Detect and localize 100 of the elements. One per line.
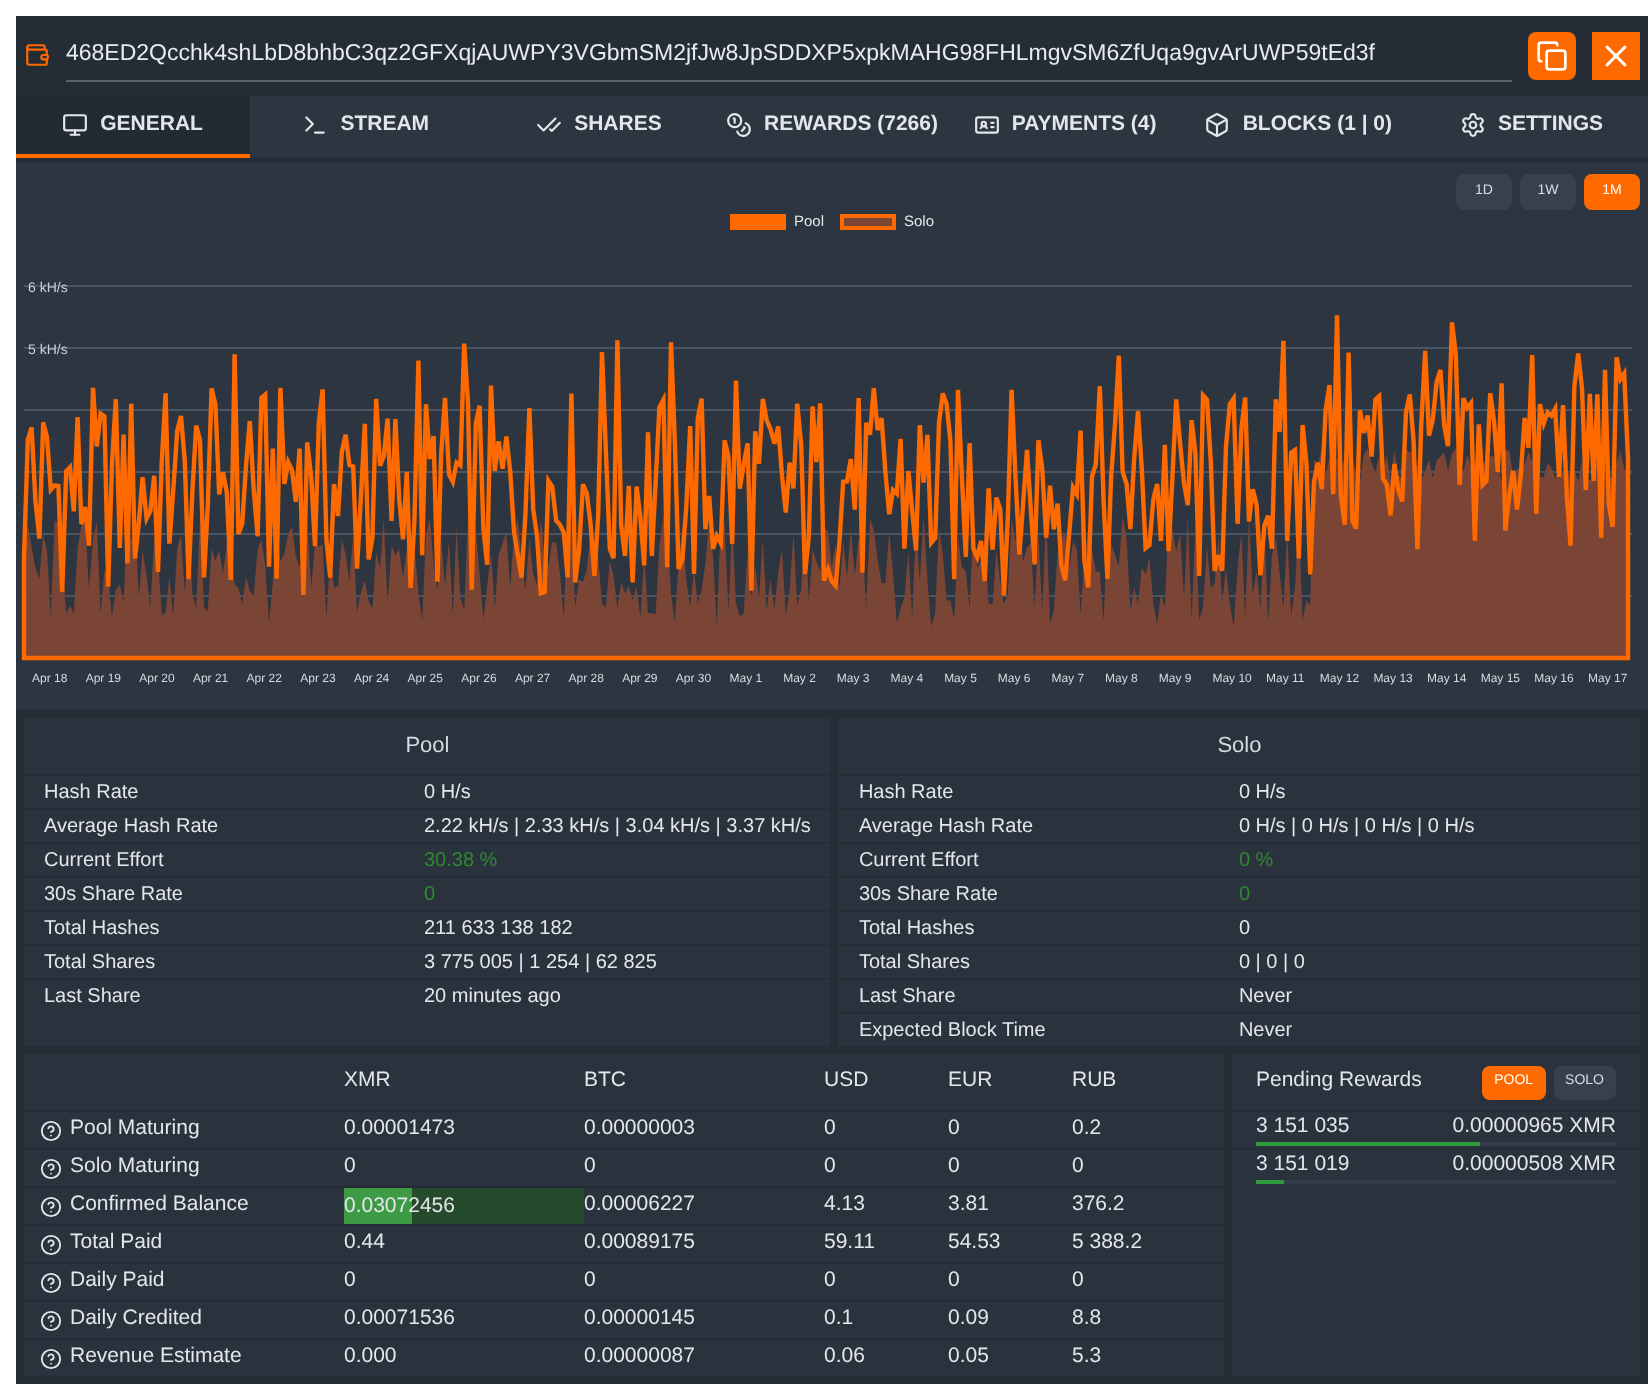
panel-title: Pool <box>405 731 450 762</box>
table-cell-text: 0.44 <box>344 1228 387 1259</box>
block-height: 3 151 035 <box>1256 1112 1350 1142</box>
row-label: Solo Maturing <box>70 1152 200 1183</box>
stat-value: 0 H/s | 0 H/s | 0 H/s | 0 H/s <box>1238 813 1475 841</box>
help-icon[interactable] <box>40 1119 62 1141</box>
stat-value: 30.38 % <box>424 847 498 875</box>
stat-value: 0 H/s <box>424 779 471 807</box>
table-cell-text: 0.00001473 <box>344 1114 457 1145</box>
tab[interactable]: SHARES <box>482 95 716 159</box>
help-icon[interactable] <box>40 1271 62 1293</box>
stat-value: 3 775 005 | 1 254 | 62 825 <box>424 949 657 977</box>
tab[interactable]: REWARDS (7266) <box>715 95 949 159</box>
table-cell-text: 0.00071536 <box>344 1304 457 1335</box>
copy-button[interactable] <box>1528 31 1576 80</box>
coins-icon <box>726 112 753 139</box>
panel-title: Pending Rewards <box>1256 1066 1422 1097</box>
stat-label: Hash Rate <box>858 779 956 807</box>
column-header: EUR <box>948 1066 995 1097</box>
stat-value: 0 <box>1238 915 1250 943</box>
stat-value: 0 | 0 | 0 <box>1238 949 1305 977</box>
column-header: BTC <box>584 1066 628 1097</box>
table-cell-text: 0 <box>948 1266 962 1297</box>
table-cell-text: 8.8 <box>1072 1304 1104 1335</box>
table-cell-text: 0.00000003 <box>584 1114 697 1145</box>
row-label: Daily Paid <box>70 1266 165 1297</box>
table-cell-text: 5 388.2 <box>1072 1228 1145 1259</box>
stat-label: 30s Share Rate <box>858 881 1000 909</box>
table-cell-text: 0 <box>824 1266 838 1297</box>
stat-value: 0 H/s <box>1238 779 1286 807</box>
table-cell-text: 0.2 <box>1072 1114 1104 1145</box>
tab[interactable]: BLOCKS (1 | 0) <box>1181 95 1415 159</box>
table-cell-text: 0 <box>344 1266 358 1297</box>
help-icon[interactable] <box>40 1195 62 1217</box>
table-cell-text: 0 <box>948 1114 962 1145</box>
stat-label: Current Effort <box>858 847 981 875</box>
stat-label: 30s Share Rate <box>44 881 185 909</box>
panel-title: Solo <box>1217 731 1262 762</box>
row-label: Revenue Estimate <box>70 1342 242 1373</box>
table-cell-text: 0.00000087 <box>584 1342 697 1373</box>
stat-value: Never <box>1238 1017 1293 1045</box>
stat-label: Average Hash Rate <box>858 813 1036 841</box>
row-label: Confirmed Balance <box>70 1190 249 1221</box>
stat-label: Total Shares <box>44 949 158 977</box>
stat-label: Average Hash Rate <box>44 813 221 841</box>
tab[interactable]: GENERAL <box>16 95 250 159</box>
table-cell-text: 0.05 <box>948 1342 991 1373</box>
column-header: USD <box>824 1066 871 1097</box>
row-label: Pool Maturing <box>70 1114 200 1145</box>
stat-value: 211 633 138 182 <box>424 915 573 943</box>
cube-icon <box>1204 112 1231 139</box>
table-cell-text: 0 <box>1072 1152 1086 1183</box>
table-cell-text: 59.11 <box>824 1228 877 1259</box>
tab[interactable]: PAYMENTS (4) <box>948 95 1182 159</box>
block-height: 3 151 019 <box>1256 1150 1350 1180</box>
wallet-address: 468ED2Qcchk4shLbD8bhbC3qz2GFXqjAUWPY3VGbmSM2jfJw8JpSDDXP5xpkMAHG98FHLmgvSM6ZfUqa9gvArUWP59tEd3f <box>66 42 1375 67</box>
stat-label: Current Effort <box>44 847 166 875</box>
reward-amount: 0.00000965 XMR <box>1452 1112 1616 1142</box>
monitor-icon <box>62 112 89 139</box>
table-cell-text: 0.000 <box>344 1342 399 1373</box>
table-cell-text: 3.81 <box>948 1190 991 1221</box>
table-cell-text: 0.06 <box>824 1342 867 1373</box>
stat-label: Total Hashes <box>858 915 977 943</box>
table-cell-text: 0.00089175 <box>584 1228 697 1259</box>
tab[interactable]: SETTINGS <box>1414 95 1648 159</box>
table-cell-text: 4.13 <box>824 1190 867 1221</box>
stat-label: Last Share <box>44 983 143 1011</box>
wallet-icon <box>24 42 50 69</box>
table-cell-text: 54.53 <box>948 1228 1003 1259</box>
stat-value: 20 minutes ago <box>424 983 561 1011</box>
copy-icon <box>1536 39 1568 72</box>
table-cell-text: 0 <box>948 1152 962 1183</box>
table-cell-text: 0 <box>824 1152 838 1183</box>
stat-value: 2.22 kH/s | 2.33 kH/s | 3.04 kH/s | 3.37 kH/s <box>424 813 811 841</box>
table-cell-text: 0.00006227 <box>584 1190 697 1221</box>
help-icon[interactable] <box>40 1157 62 1179</box>
close-button[interactable] <box>1592 31 1640 80</box>
table-cell-text: 5.3 <box>1072 1342 1104 1373</box>
row-label: Daily Credited <box>70 1304 202 1335</box>
stat-value: Never <box>1238 983 1293 1011</box>
column-header: XMR <box>344 1066 393 1097</box>
help-icon[interactable] <box>40 1233 62 1255</box>
help-icon[interactable] <box>40 1347 62 1369</box>
stat-label: Total Hashes <box>44 915 162 943</box>
table-cell-text: 0 <box>824 1114 838 1145</box>
table-cell: 0.03072456 <box>344 1194 455 1218</box>
reward-amount: 0.00000508 XMR <box>1452 1150 1616 1180</box>
stat-value: 0 <box>424 881 436 909</box>
help-icon[interactable] <box>40 1309 62 1331</box>
table-cell-text: 0.09 <box>948 1304 991 1335</box>
row-label: Total Paid <box>70 1228 163 1259</box>
stat-value: 0 <box>1238 881 1250 909</box>
column-header: RUB <box>1072 1066 1119 1097</box>
tab[interactable]: STREAM <box>249 95 483 159</box>
stat-label: Hash Rate <box>44 779 141 807</box>
table-cell-text: 0 <box>344 1152 358 1183</box>
settings-icon <box>1460 112 1486 139</box>
table-cell-text: 376.2 <box>1072 1190 1127 1221</box>
table-cell-text: 0.00000145 <box>584 1304 697 1335</box>
stat-value: 0 % <box>1238 847 1274 875</box>
